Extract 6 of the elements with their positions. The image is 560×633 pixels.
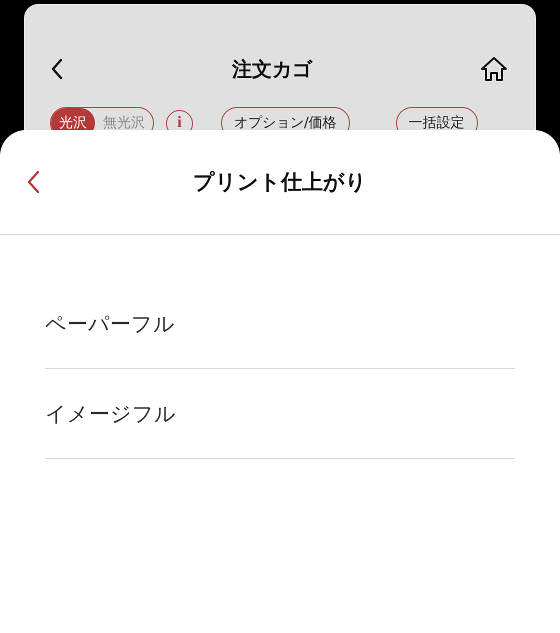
back-icon[interactable] xyxy=(50,58,64,80)
home-icon[interactable] xyxy=(480,56,508,82)
screen-title: 注文カゴ xyxy=(232,56,312,82)
finish-list-item[interactable]: イメージフル xyxy=(45,369,515,459)
sheet-title: プリント仕上がり xyxy=(193,169,367,196)
finish-list-item[interactable]: ペーパーフル xyxy=(45,279,515,369)
